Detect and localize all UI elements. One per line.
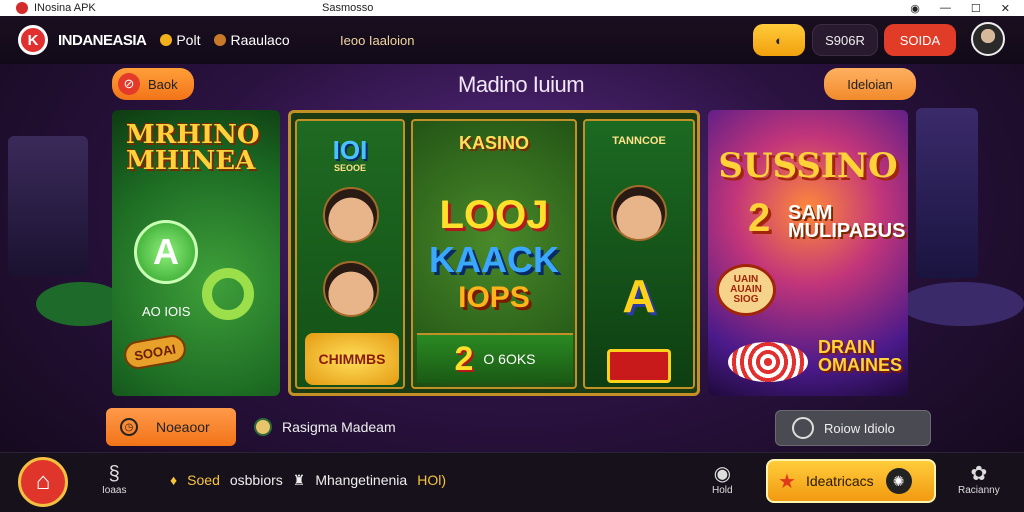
window-center-title: Sasmosso — [322, 2, 374, 14]
settings-icon: ✿ — [970, 463, 988, 485]
tab-racianny[interactable]: ✿ Racianny — [958, 463, 1000, 496]
nav-item-label: Raaulaco — [230, 32, 290, 48]
info-text: Rasigma Madeam — [282, 419, 396, 435]
game-subtitle: SAM MULIPABUS — [788, 202, 906, 242]
minimize-icon[interactable]: — — [940, 2, 951, 15]
tab-ioaas[interactable]: § Ioaas — [102, 463, 126, 496]
reel-multiplier-bar: 2 O 6OKS — [417, 333, 573, 383]
stats-line: ♦ Soed osbbiors ♜ Mhangetinenia HOl) — [170, 472, 446, 489]
cta-button[interactable]: ★ Ideatricacs ✺ — [766, 459, 936, 503]
primary-action-button[interactable]: ◷ Noeaoor — [106, 408, 236, 446]
gear-icon — [792, 417, 814, 439]
reel-title: IOI — [332, 135, 368, 165]
home-button[interactable]: ⌂ — [18, 457, 68, 507]
game-badge: UAIN AUAIN SIOG — [716, 264, 776, 316]
chip-a-icon: A — [134, 220, 198, 284]
badge-icon — [254, 418, 272, 436]
avatar[interactable] — [971, 22, 1005, 56]
wifi-icon: ◉ — [910, 2, 920, 15]
game-number: 2 — [748, 196, 771, 240]
stat-text: Mhangetinenia — [315, 472, 408, 488]
info-line: Rasigma Madeam — [254, 418, 396, 436]
tab-hold[interactable]: ◉ Hold — [712, 463, 733, 496]
reel-letter: A — [622, 270, 656, 322]
wallet-icon: ◐ — [775, 32, 783, 48]
game-card-right[interactable]: SUSSINO 2 SAM MULIPABUS UAIN AUAIN SIOG … — [708, 110, 908, 396]
game-footer-title: DRAIN OMAINES — [818, 337, 903, 375]
s-logo-icon: § — [108, 463, 120, 485]
stat-text: HOl) — [417, 472, 446, 488]
game-title: SUSSINO — [718, 146, 898, 186]
primary-action-label: Noeaoor — [156, 419, 210, 435]
clock-icon: ◷ — [120, 418, 138, 436]
nav-item-raaulaco[interactable]: Raaulaco — [214, 32, 290, 48]
slot-machine-decoration — [916, 108, 978, 278]
reel-headline: IOPS — [458, 281, 530, 314]
bottom-navigation-bar: ⌂ § Ioaas ♦ Soed osbbiors ♜ Mhangetineni… — [0, 452, 1024, 512]
brand-logo[interactable]: K — [18, 25, 48, 55]
app-title: INosina APK — [34, 2, 96, 14]
nav-item-label: Polt — [176, 32, 201, 48]
game-card-center[interactable]: IOI SEOOE CHIMMBS KASINO LOOJ KAACK IOPS… — [288, 110, 700, 396]
gear-icon: ✺ — [885, 468, 912, 494]
character-icon — [323, 261, 379, 317]
reel-2: KASINO LOOJ KAACK IOPS 2 O 6OKS — [411, 119, 577, 389]
home-icon: ⌂ — [35, 468, 51, 495]
reel-subtitle: SEOOE — [333, 163, 366, 173]
character-icon — [611, 185, 667, 241]
coin-icon — [160, 34, 173, 46]
multiplier-number: 2 — [454, 339, 474, 378]
game-label: AO IOIS — [142, 304, 191, 319]
tab-label: Racianny — [958, 485, 1000, 496]
multiplier-text: O 6OKS — [483, 351, 536, 367]
brand-name[interactable]: INDANEASIA — [58, 32, 147, 49]
header-link[interactable]: Ieoo Iaaloion — [340, 33, 414, 48]
window-controls: ◉ — ☐ ✕ — [910, 2, 1010, 15]
chip-ring-icon — [202, 268, 254, 320]
shield-icon — [214, 34, 227, 46]
character-icon — [323, 187, 379, 243]
coins-button[interactable]: S906R — [812, 24, 878, 56]
game-title: MRHINO MHINEA — [126, 120, 260, 176]
game-tag: SOOAI — [122, 332, 188, 372]
nav-item-polt[interactable]: Polt — [160, 32, 200, 48]
reel-badge: CHIMMBS — [305, 333, 399, 385]
location-pin-icon: ◉ — [713, 463, 732, 485]
reel-title: KASINO — [458, 133, 529, 153]
reel-title: TANNCOE — [612, 135, 666, 147]
cta-label: Ideatricacs — [805, 473, 874, 489]
maximize-icon[interactable]: ☐ — [971, 2, 981, 15]
close-icon[interactable]: ✕ — [1001, 2, 1010, 15]
trophy-icon: ♜ — [292, 472, 306, 488]
tab-label: Ioaas — [102, 485, 127, 496]
reel-headline: KAACK — [429, 239, 559, 280]
stat-text: osbbiors — [229, 472, 283, 488]
promo-button[interactable]: Ideloian — [824, 68, 916, 100]
app-icon — [16, 2, 28, 14]
back-button[interactable]: ⊘ Baok — [112, 68, 194, 100]
casino-table-decoration — [900, 282, 1024, 326]
deposit-button[interactable]: SOIDA — [884, 24, 956, 56]
game-card-left[interactable]: MRHINO MHINEA A AO IOIS SOOAI — [112, 110, 280, 396]
reel-3: TANNCOE A — [583, 119, 695, 389]
secondary-action-button[interactable]: Roiow Idiolo — [775, 410, 931, 446]
window-titlebar: INosina APK Sasmosso ◉ — ☐ ✕ — [0, 0, 1024, 16]
red-gem-icon — [607, 349, 671, 383]
secondary-action-label: Roiow Idiolo — [824, 420, 895, 436]
reel-1: IOI SEOOE CHIMMBS — [295, 119, 405, 389]
reel-headline: LOOJ — [439, 193, 549, 237]
slot-machine-decoration — [8, 136, 88, 276]
coin-icon: ♦ — [170, 472, 178, 488]
poker-chips-icon — [728, 342, 808, 382]
wallet-button[interactable]: ◐ — [753, 24, 805, 56]
page-title: Madino Iuium — [458, 72, 585, 97]
star-icon: ★ — [778, 470, 796, 493]
app-header: K INDANEASIA Polt Raaulaco Ieoo Iaaloion… — [0, 16, 1024, 64]
back-label: Baok — [148, 76, 178, 92]
logo-letter: K — [27, 31, 39, 49]
tab-label: Hold — [712, 485, 733, 496]
back-icon: ⊘ — [118, 73, 140, 95]
stat-text: Soed — [187, 472, 220, 488]
